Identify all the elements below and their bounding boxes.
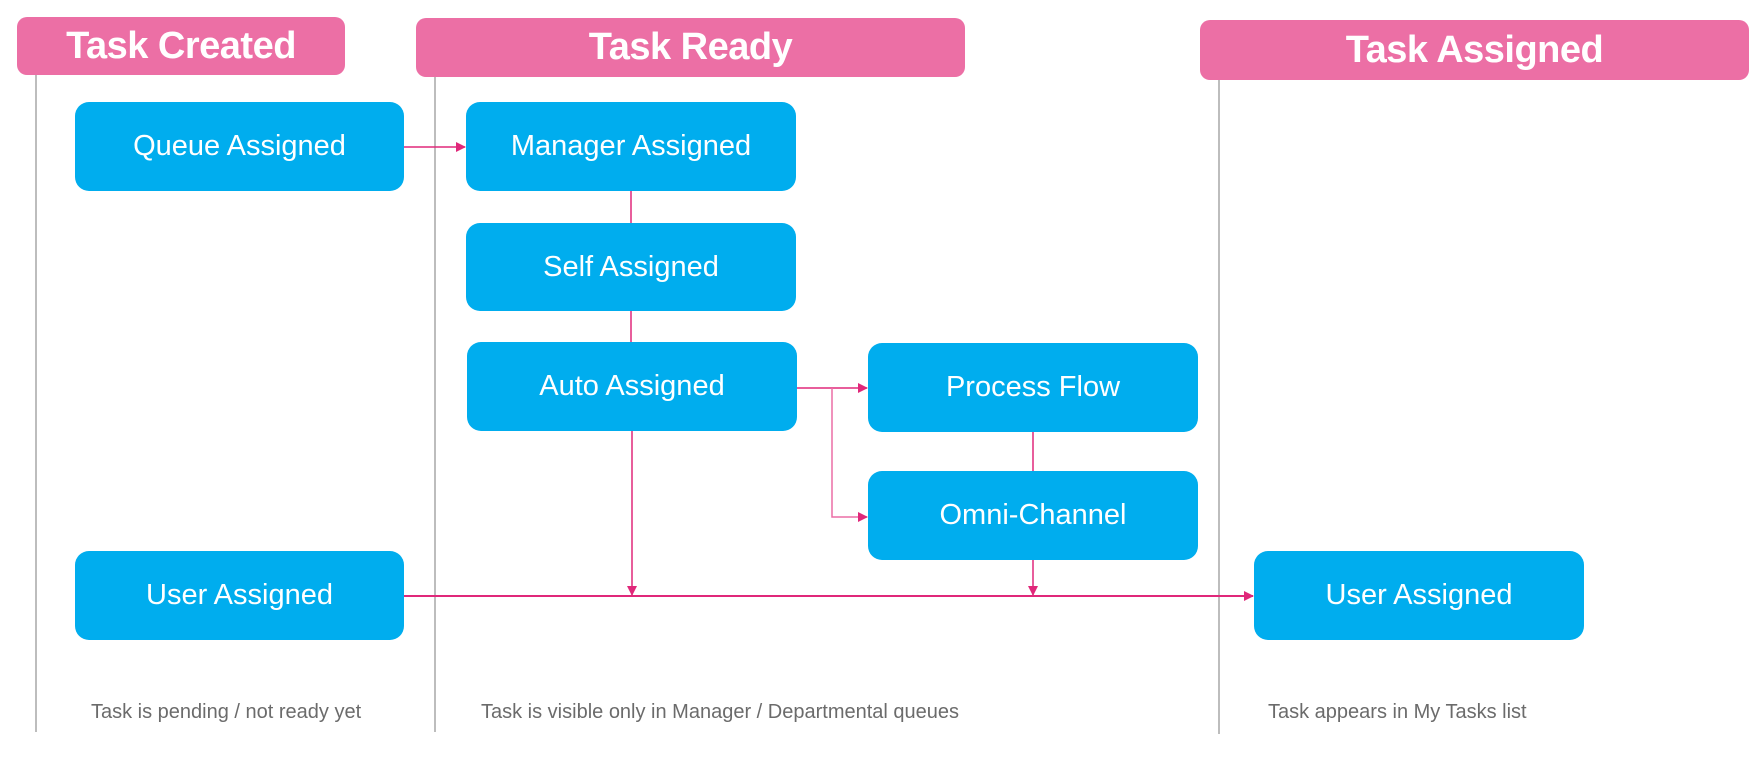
node-auto-assigned[interactable]: Auto Assigned <box>467 342 797 431</box>
node-user-assigned-final[interactable]: User Assigned <box>1254 551 1584 640</box>
node-label: Self Assigned <box>543 250 719 283</box>
node-self-assigned[interactable]: Self Assigned <box>466 223 796 311</box>
node-label: User Assigned <box>146 579 333 611</box>
node-label: Queue Assigned <box>133 130 346 162</box>
node-label: Auto Assigned <box>539 370 725 402</box>
node-omni-channel[interactable]: Omni-Channel <box>868 471 1198 560</box>
lane-caption-ready: Task is visible only in Manager / Depart… <box>481 701 960 723</box>
node-user-assigned-created[interactable]: User Assigned <box>75 551 404 640</box>
node-label: Process Flow <box>945 371 1121 403</box>
lane-caption-assigned: Task appears in My Tasks list <box>1268 701 1527 723</box>
node-queue-assigned[interactable]: Queue Assigned <box>75 102 404 191</box>
node-process-flow[interactable]: Process Flow <box>868 343 1198 432</box>
node-manager-assigned[interactable]: Manager Assigned <box>466 102 796 191</box>
node-label: Manager Assigned <box>510 130 752 162</box>
node-label: Omni-Channel <box>939 499 1127 531</box>
edge-auto-to-omni <box>831 388 868 522</box>
node-label: User Assigned <box>1325 579 1513 611</box>
lane-caption-created: Task is pending / not ready yet <box>91 701 362 723</box>
